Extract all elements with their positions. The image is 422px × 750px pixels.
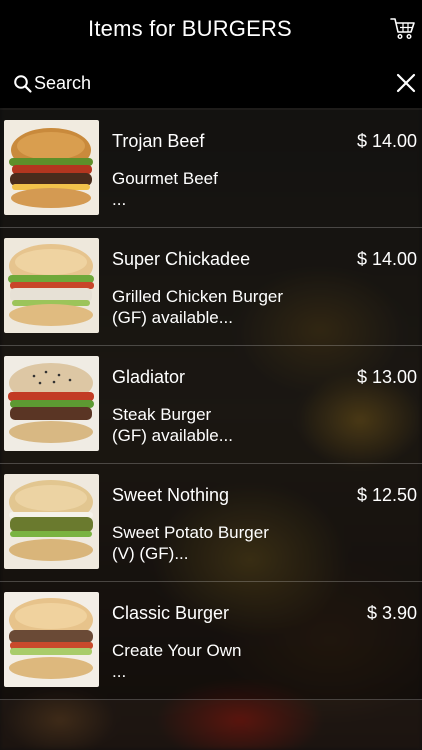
- search-icon: [14, 75, 32, 93]
- item-name: Gladiator: [112, 367, 186, 387]
- menu-item-row[interactable]: Gladiator $ 13.00 Steak Burger (GF) avai…: [0, 346, 422, 464]
- burger-photo: [4, 238, 99, 333]
- search-input[interactable]: Search: [34, 73, 91, 94]
- cart-icon[interactable]: [389, 14, 417, 42]
- search-bar[interactable]: Search: [0, 60, 422, 108]
- app-header: Items for BURGERS: [0, 0, 422, 60]
- close-icon[interactable]: [395, 72, 417, 94]
- burger-photo: [4, 474, 99, 569]
- item-price: $ 13.00: [356, 367, 417, 387]
- item-description: Sweet Potato Burger (V) (GF)...: [112, 523, 269, 563]
- item-price: $ 14.00: [356, 131, 417, 151]
- item-description: Steak Burger (GF) available...: [112, 405, 233, 445]
- item-description: Create Your Own ...: [112, 641, 242, 681]
- item-price: $ 3.90: [366, 603, 417, 623]
- item-name: Classic Burger: [112, 603, 230, 623]
- menu-item-row[interactable]: Sweet Nothing $ 12.50 Sweet Potato Burge…: [0, 464, 422, 582]
- menu-item-list: Trojan Beef $ 14.00 Gourmet Beef ... Sup…: [0, 110, 422, 700]
- menu-item-row[interactable]: Classic Burger $ 3.90 Create Your Own ..…: [0, 582, 422, 700]
- burger-photo: [4, 356, 99, 451]
- item-name: Trojan Beef: [112, 131, 205, 151]
- item-name: Sweet Nothing: [112, 485, 230, 505]
- item-price: $ 12.50: [356, 485, 417, 505]
- burger-photo: [4, 592, 99, 687]
- item-description: Gourmet Beef ...: [112, 169, 218, 209]
- menu-item-row[interactable]: Super Chickadee $ 14.00 Grilled Chicken …: [0, 228, 422, 346]
- item-name: Super Chickadee: [112, 249, 251, 269]
- burger-photo: [4, 120, 99, 215]
- item-price: $ 14.00: [356, 249, 417, 269]
- item-description: Grilled Chicken Burger (GF) available...: [112, 287, 284, 327]
- menu-item-row[interactable]: Trojan Beef $ 14.00 Gourmet Beef ...: [0, 110, 422, 228]
- page-title: Items for BURGERS: [88, 16, 292, 41]
